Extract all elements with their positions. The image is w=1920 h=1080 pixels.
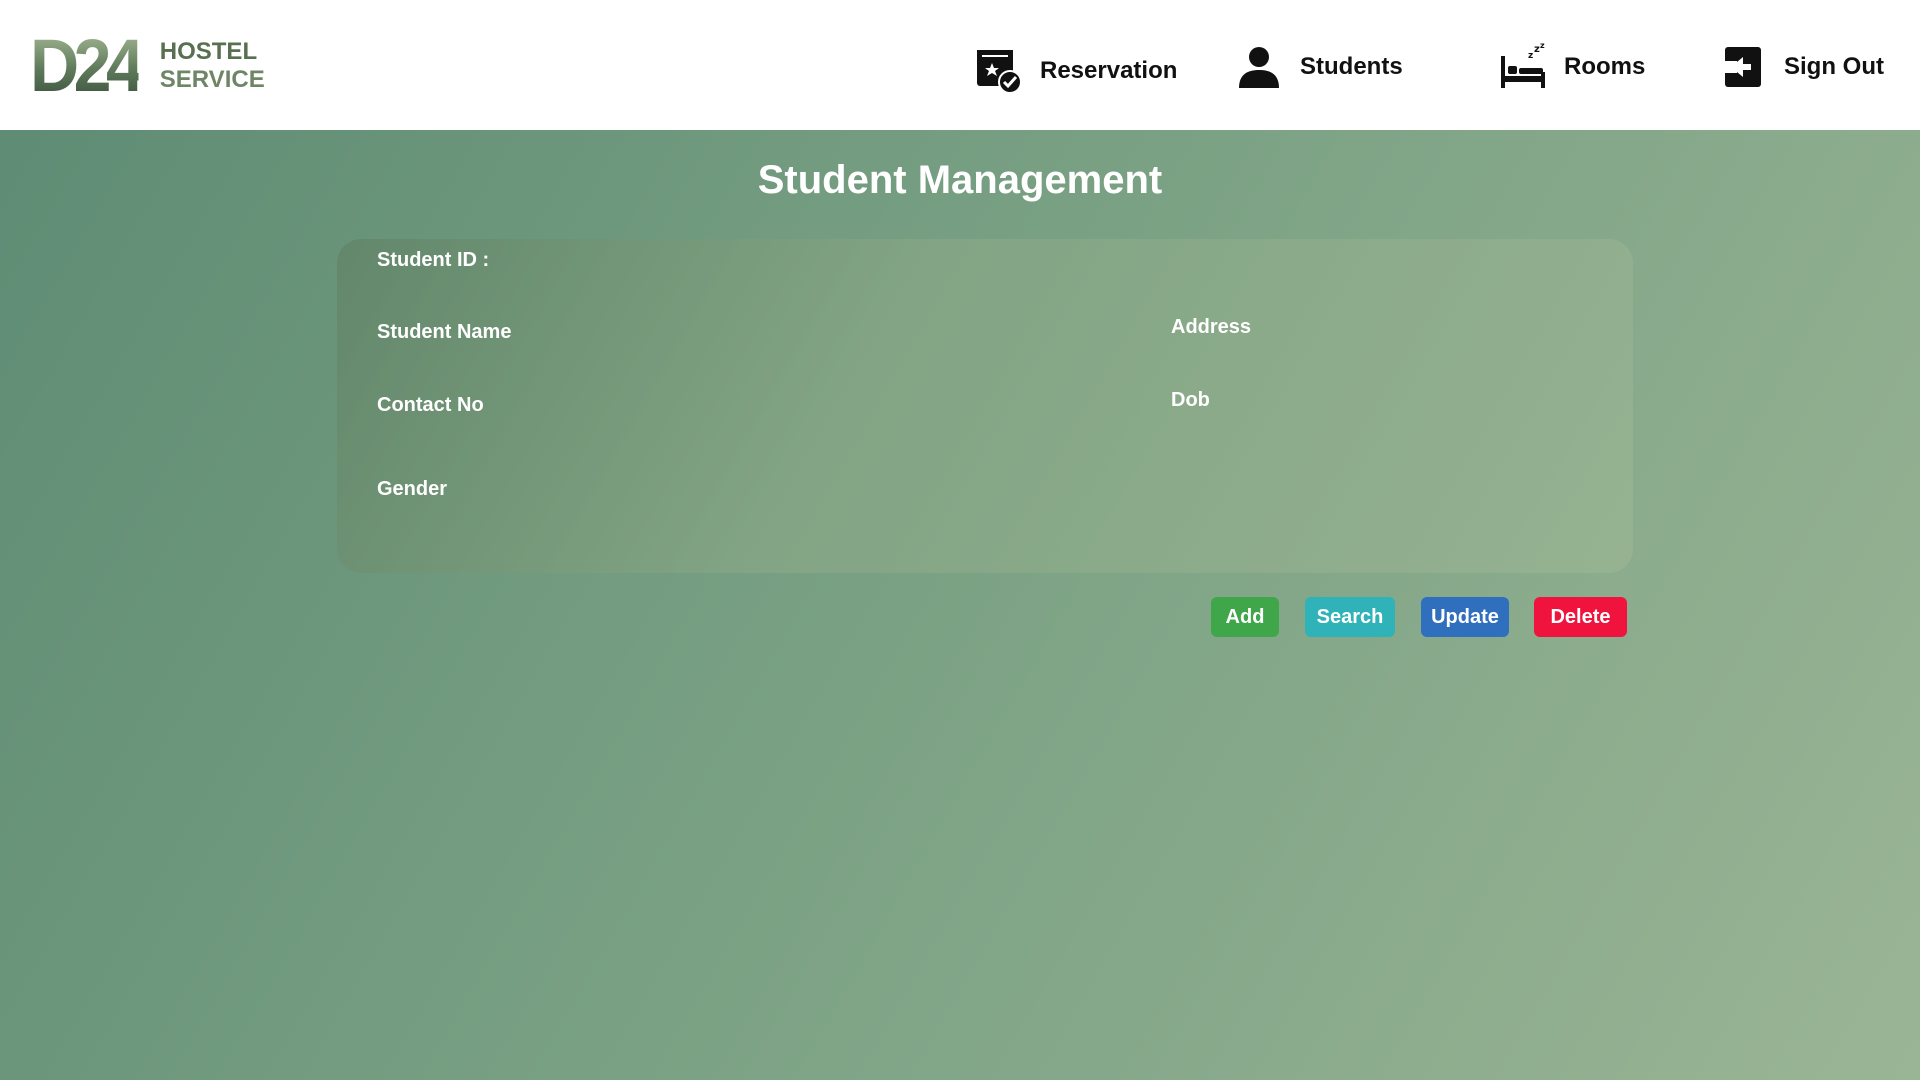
nav-sign-out[interactable]: Sign Out bbox=[1716, 40, 1884, 94]
main-content: Student Management Student ID : Student … bbox=[0, 130, 1920, 1080]
student-name-label: Student Name bbox=[377, 321, 512, 343]
student-form: Student ID : Student Name Contact No Gen… bbox=[337, 239, 1633, 573]
gender-input[interactable] bbox=[377, 509, 1081, 541]
logo-text-line2: SERVICE bbox=[159, 66, 265, 93]
page-title: Student Management bbox=[757, 158, 1163, 202]
top-navigation-bar: D24 HOSTEL SERVICE Reservation Students … bbox=[0, 0, 1920, 130]
svg-text:z: z bbox=[1528, 51, 1533, 61]
student-id-input[interactable] bbox=[537, 245, 1141, 277]
nav-reservation-label: Reservation bbox=[1040, 57, 1178, 84]
nav-students[interactable]: Students bbox=[1232, 40, 1403, 94]
svg-text:z: z bbox=[1540, 42, 1545, 50]
address-label: Address bbox=[1171, 316, 1252, 338]
sign-out-icon bbox=[1716, 40, 1770, 94]
contact-no-input[interactable] bbox=[377, 425, 1081, 457]
student-name-input[interactable] bbox=[377, 351, 1081, 383]
nav-sign-out-label: Sign Out bbox=[1784, 53, 1884, 80]
bed-sleep-icon: z z z bbox=[1496, 40, 1550, 94]
search-button[interactable]: Search bbox=[1305, 597, 1395, 637]
logo-text: HOSTEL SERVICE bbox=[160, 38, 265, 94]
gender-label: Gender bbox=[377, 478, 448, 500]
nav-students-label: Students bbox=[1300, 53, 1403, 80]
delete-button[interactable]: Delete bbox=[1534, 597, 1627, 637]
update-button[interactable]: Update bbox=[1421, 597, 1509, 637]
logo-text-line1: HOSTEL bbox=[159, 38, 258, 65]
reservation-icon bbox=[972, 44, 1026, 98]
brand-logo: D24 HOSTEL SERVICE bbox=[30, 24, 265, 107]
nav-rooms-label: Rooms bbox=[1564, 53, 1646, 80]
student-id-label: Student ID : bbox=[377, 249, 490, 271]
nav-rooms[interactable]: z z z Rooms bbox=[1496, 40, 1645, 94]
contact-no-label: Contact No bbox=[377, 394, 484, 416]
dob-input[interactable] bbox=[1171, 419, 1595, 451]
dob-label: Dob bbox=[1171, 389, 1210, 411]
app-window: D24 HOSTEL SERVICE Reservation Students … bbox=[0, 0, 1920, 1080]
person-icon bbox=[1232, 40, 1286, 94]
logo-mark: D24 bbox=[30, 24, 144, 107]
add-button[interactable]: Add bbox=[1211, 597, 1279, 637]
nav-reservation[interactable]: Reservation bbox=[972, 44, 1177, 98]
address-input[interactable] bbox=[1171, 345, 1595, 377]
